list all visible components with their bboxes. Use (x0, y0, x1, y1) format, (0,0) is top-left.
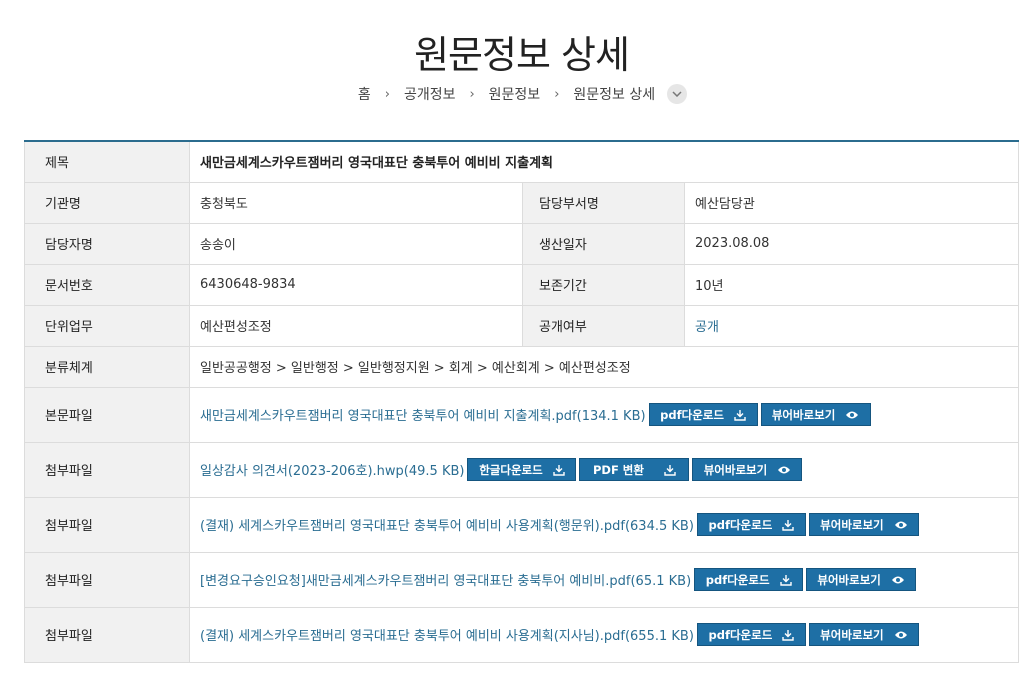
info-table: 제목 새만금세계스카우트잼버리 영국대표단 충북투어 예비비 지출계획 기관명 … (24, 140, 1019, 663)
label-docno: 문서번호 (24, 264, 190, 306)
button-label: 뷰어바로보기 (820, 517, 884, 532)
row-manager: 담당자명 송송이 생산일자 2023.08.08 (24, 223, 1019, 265)
download-icon (782, 629, 794, 641)
attachment-link[interactable]: (결재) 세계스카우트잼버리 영국대표단 충북투어 예비비 사용계획(행문위).… (200, 515, 694, 534)
attachment-link[interactable]: [변경요구승인요청]새만금세계스카우트잼버리 영국대표단 충북투어 예비비.pd… (200, 570, 691, 589)
label-attachment: 첨부파일 (24, 607, 190, 663)
value-retention: 10년 (684, 264, 1019, 306)
row-org: 기관명 충청북도 담당부서명 예산담당관 (24, 182, 1019, 224)
download-icon (553, 464, 565, 476)
button-label: pdf다운로드 (708, 627, 773, 642)
label-org: 기관명 (24, 182, 190, 224)
eye-icon (891, 575, 905, 585)
label-attachment: 첨부파일 (24, 552, 190, 608)
row-attachment-3: 첨부파일 [변경요구승인요청]새만금세계스카우트잼버리 영국대표단 충북투어 예… (24, 552, 1019, 608)
row-attachment-4: 첨부파일 (결재) 세계스카우트잼버리 영국대표단 충북투어 예비비 사용계획(… (24, 607, 1019, 663)
viewer-button[interactable]: 뷰어바로보기 (760, 403, 871, 426)
value-docno: 6430648-9834 (189, 264, 523, 306)
value-disclosure: 공개 (684, 305, 1019, 347)
eye-icon (894, 630, 908, 640)
button-label: pdf다운로드 (660, 407, 724, 422)
attachment-link[interactable]: (결재) 세계스카우트잼버리 영국대표단 충북투어 예비비 사용계획(지사님).… (200, 625, 694, 644)
value-manager: 송송이 (189, 223, 523, 265)
label-main-file: 본문파일 (24, 387, 190, 443)
label-dept: 담당부서명 (522, 182, 685, 224)
page-title: 원문정보 상세 (414, 33, 630, 77)
download-icon (779, 574, 792, 586)
download-icon (734, 409, 746, 421)
row-subject: 제목 새만금세계스카우트잼버리 영국대표단 충북투어 예비비 지출계획 (24, 141, 1019, 183)
button-label: 뷰어바로보기 (703, 462, 768, 477)
row-attachment-1: 첨부파일 일상감사 의견서(2023-206호).hwp(49.5 KB) 한글… (24, 442, 1019, 498)
row-main-file: 본문파일 새만금세계스카우트잼버리 영국대표단 충북투어 예비비 지출계획.pd… (24, 387, 1019, 443)
attachment-link[interactable]: 일상감사 의견서(2023-206호).hwp(49.5 KB) (200, 460, 464, 479)
pdf-download-button[interactable]: pdf다운로드 (696, 513, 806, 536)
button-label: PDF 변환 (592, 462, 644, 477)
breadcrumb-public-info[interactable]: 공개정보 (402, 84, 458, 104)
button-label: 뷰어바로보기 (817, 572, 881, 587)
label-attachment: 첨부파일 (24, 442, 190, 498)
label-retention: 보존기간 (522, 264, 685, 306)
eye-icon (777, 465, 791, 475)
viewer-button[interactable]: 뷰어바로보기 (692, 458, 803, 481)
value-dept: 예산담당관 (684, 182, 1019, 224)
button-label: 한글다운로드 (479, 462, 543, 477)
chevron-right-icon: › (554, 86, 560, 102)
main-file-link[interactable]: 새만금세계스카우트잼버리 영국대표단 충북투어 예비비 지출계획.pdf(134… (200, 405, 646, 424)
label-disclosure: 공개여부 (522, 305, 685, 347)
pdf-download-button[interactable]: pdf다운로드 (648, 403, 758, 426)
eye-icon (894, 520, 908, 530)
row-classification: 분류체계 일반공공행정 > 일반행정 > 일반행정지원 > 회계 > 예산회계 … (24, 346, 1019, 388)
breadcrumb-current: 원문정보 상세 (573, 87, 656, 103)
pdf-convert-button[interactable]: PDF 변환 (579, 458, 690, 481)
label-attachment: 첨부파일 (24, 497, 190, 553)
button-label: 뷰어바로보기 (820, 627, 884, 642)
label-created: 생산일자 (522, 223, 685, 265)
download-icon (664, 464, 676, 476)
label-classification: 분류체계 (24, 346, 190, 388)
chevron-right-icon: › (384, 86, 390, 102)
value-classification: 일반공공행정 > 일반행정 > 일반행정지원 > 회계 > 예산회계 > 예산편… (189, 346, 1019, 388)
chevron-down-icon[interactable] (667, 84, 688, 104)
breadcrumb: 홈 › 공개정보 › 원문정보 › 원문정보 상세 (0, 84, 1033, 104)
pdf-download-button[interactable]: pdf다운로드 (694, 568, 804, 591)
label-manager: 담당자명 (24, 223, 190, 265)
value-subject: 새만금세계스카우트잼버리 영국대표단 충북투어 예비비 지출계획 (189, 141, 1019, 183)
button-label: 뷰어바로보기 (771, 407, 836, 422)
value-created: 2023.08.08 (684, 223, 1019, 265)
eye-icon (845, 410, 859, 420)
label-task: 단위업무 (24, 305, 190, 347)
value-org: 충청북도 (189, 182, 523, 224)
row-task: 단위업무 예산편성조정 공개여부 공개 (24, 305, 1019, 347)
viewer-button[interactable]: 뷰어바로보기 (806, 568, 917, 591)
label-subject: 제목 (24, 141, 190, 183)
row-docno: 문서번호 6430648-9834 보존기간 10년 (24, 264, 1019, 306)
button-label: pdf다운로드 (705, 572, 770, 587)
breadcrumb-original-info[interactable]: 원문정보 (487, 84, 543, 104)
breadcrumb-home[interactable]: 홈 (356, 84, 373, 104)
value-task: 예산편성조정 (189, 305, 523, 347)
row-attachment-2: 첨부파일 (결재) 세계스카우트잼버리 영국대표단 충북투어 예비비 사용계획(… (24, 497, 1019, 553)
button-label: pdf다운로드 (708, 517, 773, 532)
pdf-download-button[interactable]: pdf다운로드 (696, 623, 806, 646)
viewer-button[interactable]: 뷰어바로보기 (808, 623, 919, 646)
download-icon (782, 519, 794, 531)
hwp-download-button[interactable]: 한글다운로드 (467, 458, 577, 481)
viewer-button[interactable]: 뷰어바로보기 (808, 513, 919, 536)
chevron-right-icon: › (469, 86, 475, 102)
